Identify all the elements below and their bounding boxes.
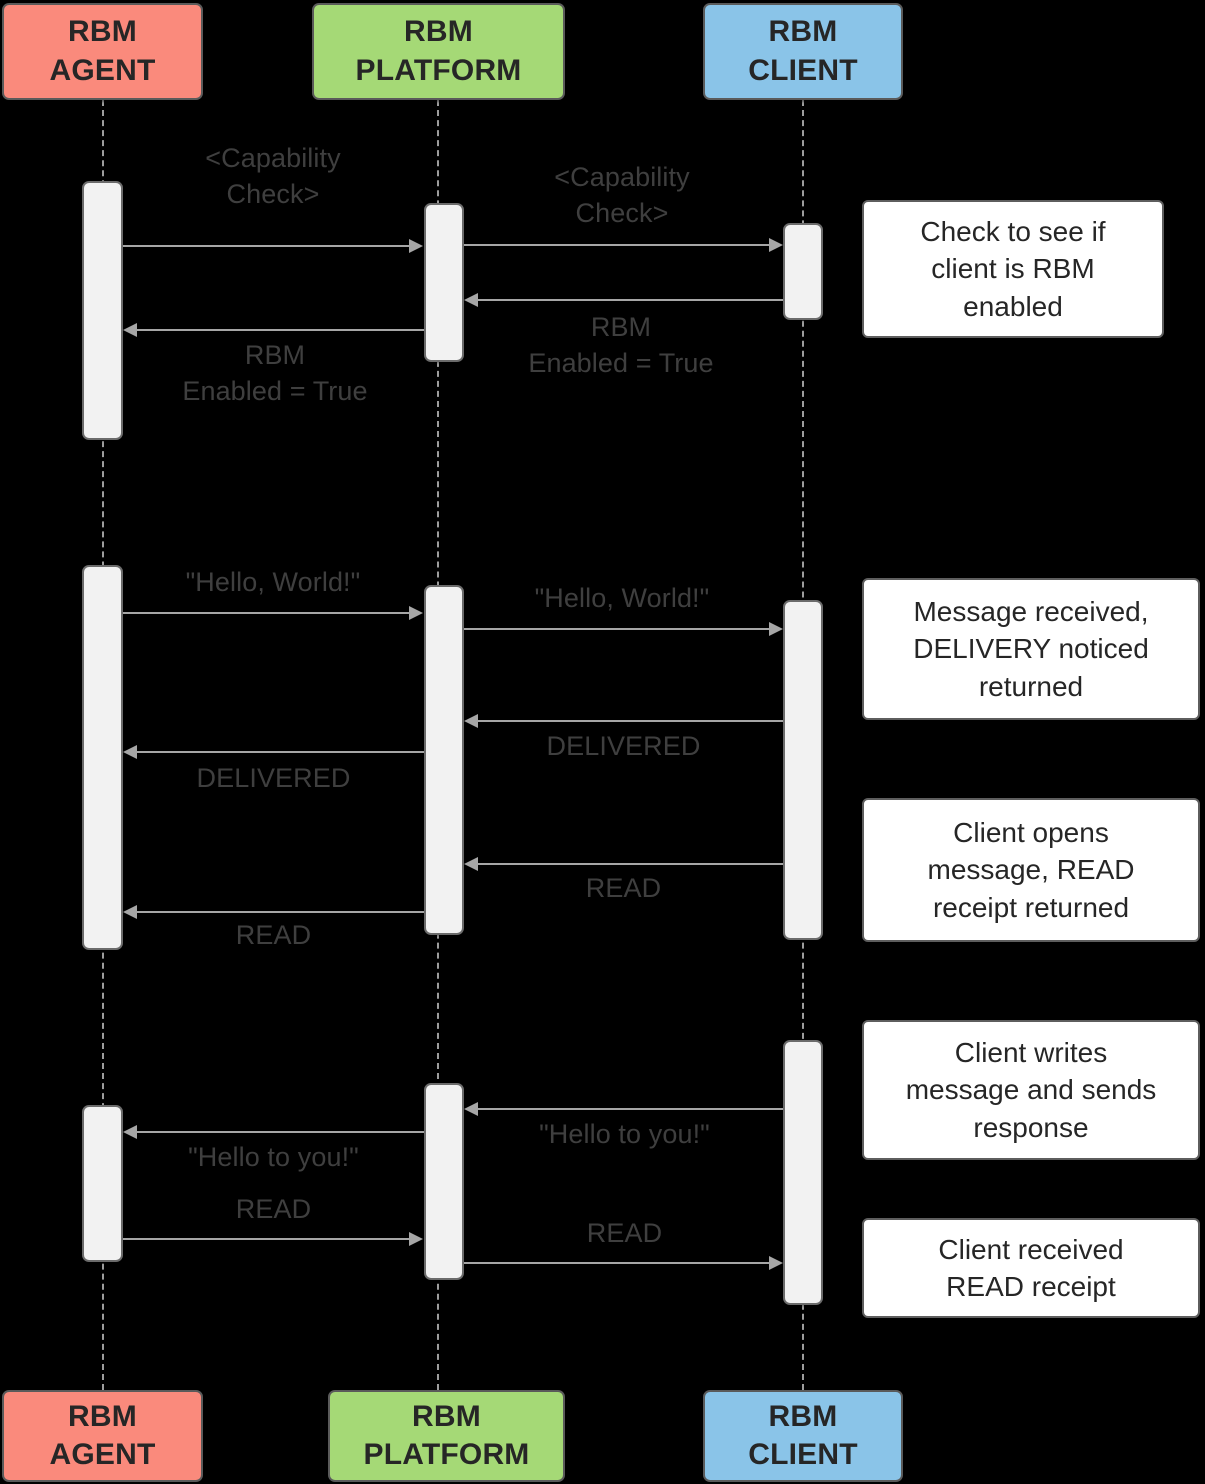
activation-client-2 — [783, 600, 823, 940]
participant-agent-label-line2: AGENT — [49, 53, 156, 87]
activation-agent-3 — [82, 1105, 123, 1262]
message-line-hello-to-you-platform-agent — [137, 1131, 424, 1133]
participant-client-top[interactable]: RBM CLIENT — [703, 3, 903, 100]
participant-agent-top[interactable]: RBM AGENT — [2, 3, 203, 100]
message-label-delivered-client-platform: DELIVERED — [546, 731, 701, 761]
participant-client-bottom[interactable]: RBM CLIENT — [703, 1390, 903, 1482]
activation-platform-3 — [424, 1083, 464, 1280]
message-label-capability-check-platform-client: <Capability Check> — [554, 162, 690, 228]
activation-agent-2 — [82, 565, 123, 950]
arrow-head-delivered-platform-agent — [123, 745, 137, 759]
message-label-read-platform-client: READ — [586, 1218, 663, 1248]
arrow-head-read-platform-client — [769, 1256, 783, 1270]
arrow-head-read-platform-agent — [123, 905, 137, 919]
message-line-rbm-enabled-client-platform — [478, 299, 783, 301]
note-message-received-delivery: Message received, DELIVERY noticed retur… — [862, 578, 1200, 720]
activation-client-3 — [783, 1040, 823, 1305]
note-client-received-read-receipt: Client received READ receipt — [862, 1218, 1200, 1318]
message-label-hello-to-you-platform-agent: "Hello to you!" — [188, 1142, 359, 1172]
message-label-read-platform-agent: READ — [235, 920, 312, 950]
participant-client-label-line2: CLIENT — [748, 53, 858, 87]
arrow-head-hello-to-you-platform-agent — [123, 1125, 137, 1139]
message-label-delivered-platform-agent: DELIVERED — [196, 763, 351, 793]
message-label-rbm-enabled-client-platform: RBM Enabled = True — [528, 312, 714, 378]
arrow-head-read-client-platform — [464, 857, 478, 871]
participant-platform-bottom[interactable]: RBM PLATFORM — [328, 1390, 565, 1482]
arrow-head-hello-to-you-client-platform — [464, 1102, 478, 1116]
participant-client-bottom-label-line2: CLIENT — [748, 1438, 858, 1471]
message-line-hello-world-platform-client — [464, 628, 769, 630]
participant-client-bottom-label-line1: RBM — [768, 1399, 838, 1433]
note-check-client-rbm-enabled: Check to see if client is RBM enabled — [862, 200, 1164, 338]
message-label-hello-to-you-client-platform: "Hello to you!" — [539, 1119, 710, 1149]
note-client-writes-message: Client writes message and sends response — [862, 1020, 1200, 1160]
message-label-read-client-platform: READ — [585, 873, 662, 903]
activation-agent-1 — [82, 181, 123, 440]
message-line-read-platform-agent — [137, 911, 424, 913]
participant-platform-label-line2: PLATFORM — [355, 53, 522, 87]
message-line-hello-to-you-client-platform — [478, 1108, 783, 1110]
participant-agent-bottom-label-line2: AGENT — [49, 1438, 156, 1471]
arrow-head-rbm-enabled-platform-agent — [123, 323, 137, 337]
arrow-head-hello-world-platform-client — [769, 622, 783, 636]
arrow-head-capability-check-platform-client — [769, 238, 783, 252]
participant-platform-bottom-label-line2: PLATFORM — [363, 1438, 530, 1471]
message-label-capability-check-agent-platform: <Capability Check> — [205, 143, 341, 209]
participant-agent-bottom-label-line1: RBM — [68, 1399, 137, 1433]
activation-platform-2 — [424, 585, 464, 935]
arrow-head-delivered-client-platform — [464, 714, 478, 728]
message-label-rbm-enabled-platform-agent: RBM Enabled = True — [182, 340, 368, 406]
message-line-read-platform-client — [464, 1262, 769, 1264]
arrow-head-rbm-enabled-client-platform — [464, 293, 478, 307]
message-line-capability-check-agent-platform — [123, 245, 409, 247]
message-line-read-client-platform — [478, 863, 783, 865]
message-line-capability-check-platform-client — [464, 244, 769, 246]
message-line-rbm-enabled-platform-agent — [137, 329, 424, 331]
arrow-head-capability-check-agent-platform — [409, 239, 423, 253]
message-line-delivered-platform-agent — [137, 751, 424, 753]
arrow-head-read-agent-platform — [409, 1232, 423, 1246]
note-client-opens-message-read: Client opens message, READ receipt retur… — [862, 798, 1200, 942]
participant-platform-top[interactable]: RBM PLATFORM — [312, 3, 565, 100]
message-line-hello-world-agent-platform — [123, 612, 409, 614]
participant-agent-label-line1: RBM — [68, 15, 137, 49]
participant-client-label-line1: RBM — [768, 15, 838, 49]
message-label-hello-world-platform-client: "Hello, World!" — [534, 583, 710, 613]
activation-client-1 — [783, 223, 823, 320]
activation-platform-1 — [424, 203, 464, 362]
sequence-diagram-canvas: RBM AGENT RBM PLATFORM RBM CLIENT <Capab… — [0, 0, 1205, 1484]
message-label-hello-world-agent-platform: "Hello, World!" — [185, 567, 361, 597]
participant-agent-bottom[interactable]: RBM AGENT — [2, 1390, 203, 1482]
message-line-read-agent-platform — [123, 1238, 409, 1240]
participant-platform-label-line1: RBM — [404, 15, 473, 49]
message-label-read-agent-platform: READ — [235, 1194, 312, 1224]
participant-platform-bottom-label-line1: RBM — [412, 1399, 481, 1433]
message-line-delivered-client-platform — [478, 720, 783, 722]
arrow-head-hello-world-agent-platform — [409, 606, 423, 620]
